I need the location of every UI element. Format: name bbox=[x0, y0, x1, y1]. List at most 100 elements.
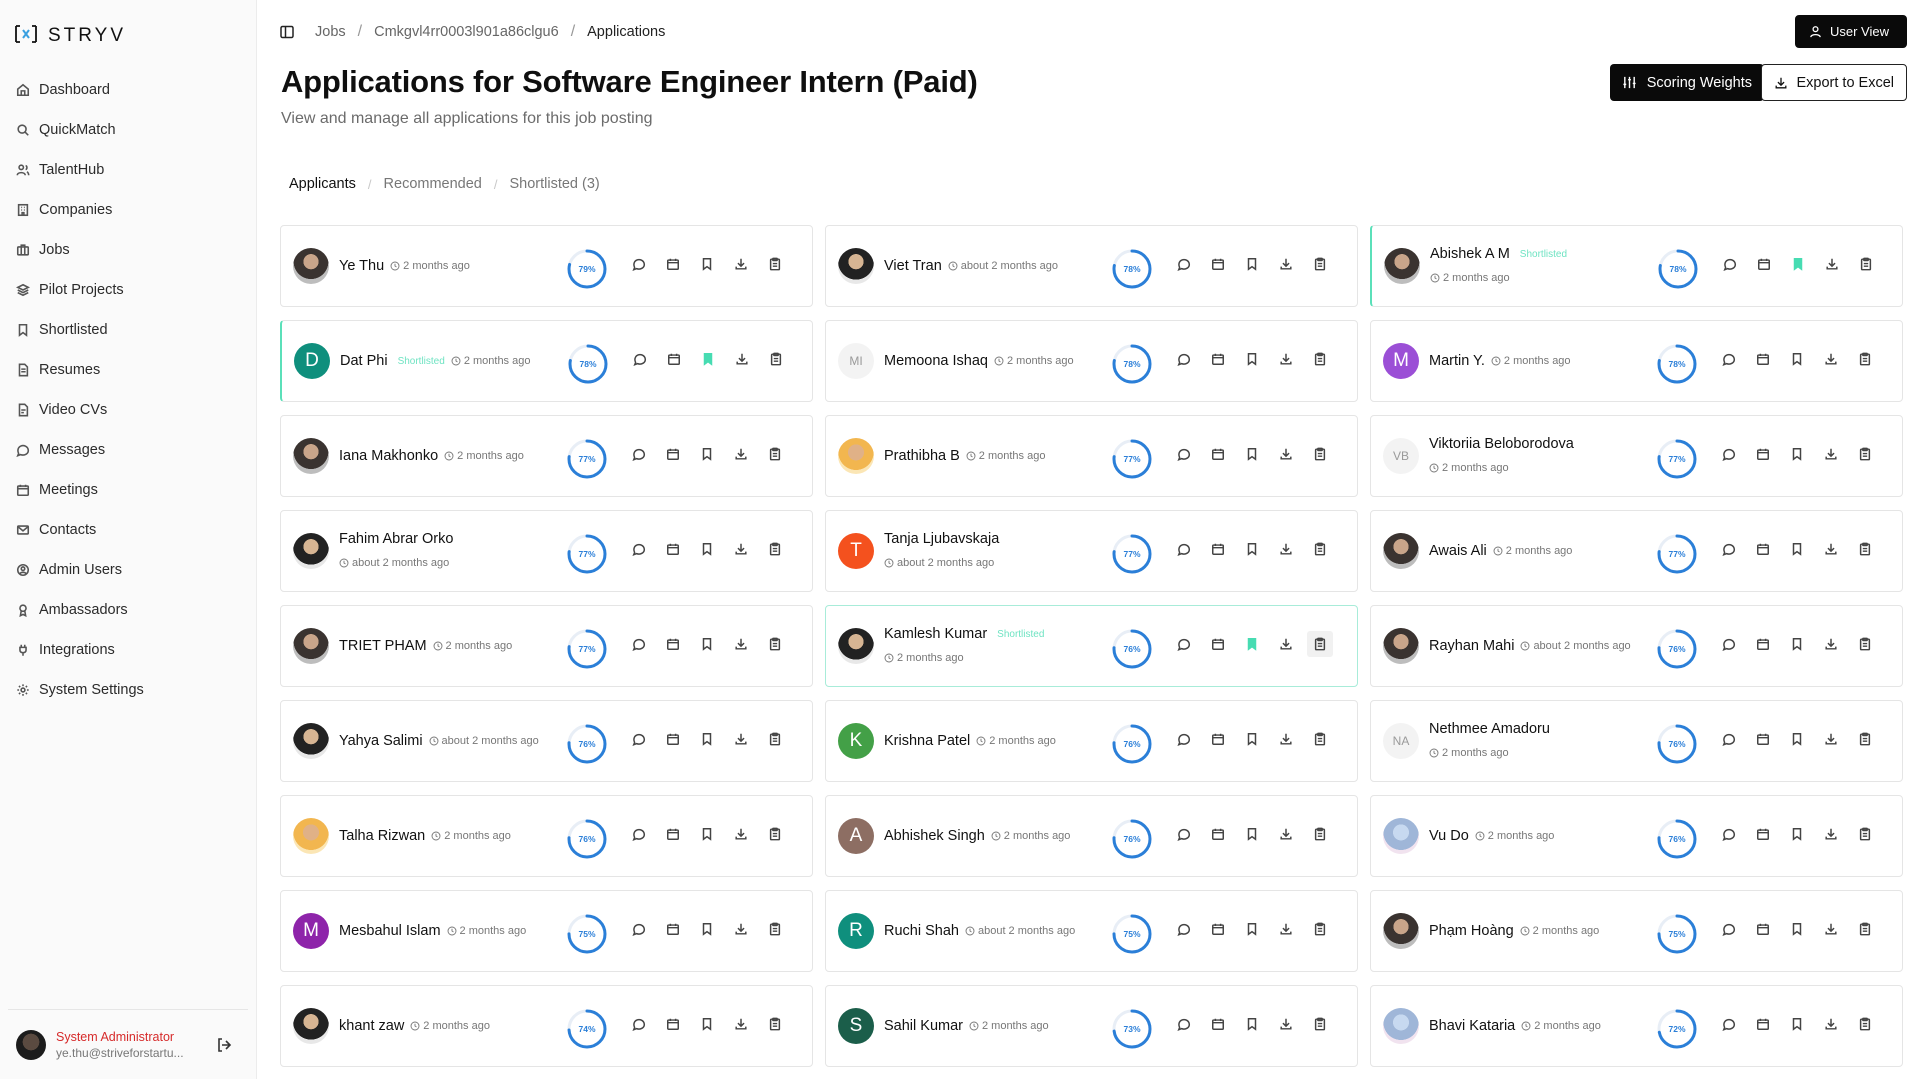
sidebar-item-admin-users[interactable]: Admin Users bbox=[0, 550, 256, 590]
sidebar-item-integrations[interactable]: Integrations bbox=[0, 630, 256, 670]
calendar-icon[interactable] bbox=[1755, 1016, 1771, 1032]
applicant-name[interactable]: Nethmee Amadoru bbox=[1429, 721, 1550, 737]
bookmark-icon[interactable] bbox=[1244, 731, 1260, 747]
message-icon[interactable] bbox=[631, 541, 647, 557]
sidebar-toggle-icon[interactable] bbox=[279, 24, 295, 40]
message-icon[interactable] bbox=[1176, 256, 1192, 272]
download-icon[interactable] bbox=[1823, 826, 1839, 842]
calendar-icon[interactable] bbox=[665, 1016, 681, 1032]
applicant-name[interactable]: Dat Phi bbox=[340, 353, 388, 369]
applicant-card[interactable]: khant zaw 2 months ago 74% bbox=[280, 985, 813, 1067]
message-icon[interactable] bbox=[1721, 541, 1737, 557]
applicant-card[interactable]: Iana Makhonko 2 months ago 77% bbox=[280, 415, 813, 497]
message-icon[interactable] bbox=[1176, 446, 1192, 462]
calendar-icon[interactable] bbox=[1210, 636, 1226, 652]
applicant-name[interactable]: Ye Thu bbox=[339, 258, 384, 274]
clipboard-icon[interactable] bbox=[767, 1016, 783, 1032]
message-icon[interactable] bbox=[1722, 256, 1738, 272]
calendar-icon[interactable] bbox=[1210, 826, 1226, 842]
bookmark-icon[interactable] bbox=[1789, 1016, 1805, 1032]
applicant-card[interactable]: Vu Do 2 months ago 76% bbox=[1370, 795, 1903, 877]
applicant-name[interactable]: Abishek A M bbox=[1430, 246, 1510, 262]
bookmark-icon[interactable] bbox=[1244, 256, 1260, 272]
sidebar-item-shortlisted[interactable]: Shortlisted bbox=[0, 310, 256, 350]
clipboard-icon[interactable] bbox=[1312, 731, 1328, 747]
clipboard-icon[interactable] bbox=[767, 921, 783, 937]
applicant-name[interactable]: Tanja Ljubavskaja bbox=[884, 531, 999, 547]
applicant-name[interactable]: Talha Rizwan bbox=[339, 828, 425, 844]
calendar-icon[interactable] bbox=[666, 351, 682, 367]
download-icon[interactable] bbox=[1823, 351, 1839, 367]
applicant-name[interactable]: Iana Makhonko bbox=[339, 448, 438, 464]
applicant-card[interactable]: A Abhishek Singh 2 months ago 76% bbox=[825, 795, 1358, 877]
sidebar-item-ambassadors[interactable]: Ambassadors bbox=[0, 590, 256, 630]
applicant-name[interactable]: Fahim Abrar Orko bbox=[339, 531, 453, 547]
sidebar-item-pilot-projects[interactable]: Pilot Projects bbox=[0, 270, 256, 310]
download-icon[interactable] bbox=[1823, 731, 1839, 747]
calendar-icon[interactable] bbox=[665, 446, 681, 462]
calendar-icon[interactable] bbox=[1210, 731, 1226, 747]
clipboard-icon[interactable] bbox=[1312, 351, 1328, 367]
message-icon[interactable] bbox=[1721, 921, 1737, 937]
clipboard-icon[interactable] bbox=[1312, 921, 1328, 937]
logout-icon[interactable] bbox=[216, 1037, 232, 1053]
clipboard-icon[interactable] bbox=[1312, 541, 1328, 557]
applicant-card[interactable]: Yahya Salimi about 2 months ago 76% bbox=[280, 700, 813, 782]
applicant-card[interactable]: T Tanja Ljubavskaja about 2 months ago 77% bbox=[825, 510, 1358, 592]
download-icon[interactable] bbox=[733, 541, 749, 557]
sidebar-item-quickmatch[interactable]: QuickMatch bbox=[0, 110, 256, 150]
breadcrumb-jobs[interactable]: Jobs bbox=[315, 24, 346, 40]
applicant-card[interactable]: Fahim Abrar Orko about 2 months ago 77% bbox=[280, 510, 813, 592]
bookmark-icon[interactable] bbox=[1789, 351, 1805, 367]
applicant-card[interactable]: M Martin Y. 2 months ago 78% bbox=[1370, 320, 1903, 402]
download-icon[interactable] bbox=[1823, 921, 1839, 937]
calendar-icon[interactable] bbox=[665, 636, 681, 652]
sidebar-item-contacts[interactable]: Contacts bbox=[0, 510, 256, 550]
bookmark-icon[interactable] bbox=[699, 541, 715, 557]
applicant-name[interactable]: Ruchi Shah bbox=[884, 923, 959, 939]
applicant-name[interactable]: Krishna Patel bbox=[884, 733, 970, 749]
download-icon[interactable] bbox=[733, 731, 749, 747]
clipboard-icon[interactable] bbox=[1857, 541, 1873, 557]
clipboard-icon[interactable] bbox=[1312, 446, 1328, 462]
download-icon[interactable] bbox=[1823, 636, 1839, 652]
applicant-name[interactable]: Viktoriia Beloborodova bbox=[1429, 436, 1574, 452]
clipboard-icon[interactable] bbox=[767, 731, 783, 747]
download-icon[interactable] bbox=[1278, 921, 1294, 937]
message-icon[interactable] bbox=[1176, 541, 1192, 557]
bookmark-icon[interactable] bbox=[1244, 446, 1260, 462]
calendar-icon[interactable] bbox=[1756, 256, 1772, 272]
bookmark-icon[interactable] bbox=[1244, 1016, 1260, 1032]
bookmark-icon[interactable] bbox=[1789, 826, 1805, 842]
sidebar-item-system-settings[interactable]: System Settings bbox=[0, 670, 256, 710]
download-icon[interactable] bbox=[1278, 256, 1294, 272]
clipboard-icon[interactable] bbox=[1857, 351, 1873, 367]
calendar-icon[interactable] bbox=[1210, 921, 1226, 937]
applicant-card[interactable]: Talha Rizwan 2 months ago 76% bbox=[280, 795, 813, 877]
applicant-card[interactable]: K Krishna Patel 2 months ago 76% bbox=[825, 700, 1358, 782]
download-icon[interactable] bbox=[733, 1016, 749, 1032]
download-icon[interactable] bbox=[1278, 1016, 1294, 1032]
download-icon[interactable] bbox=[1823, 1016, 1839, 1032]
applicant-name[interactable]: Mesbahul Islam bbox=[339, 923, 441, 939]
bookmark-icon[interactable] bbox=[699, 636, 715, 652]
calendar-icon[interactable] bbox=[1755, 446, 1771, 462]
clipboard-icon[interactable] bbox=[767, 826, 783, 842]
tab-shortlisted[interactable]: Shortlisted (3) bbox=[509, 176, 599, 192]
bookmark-icon[interactable] bbox=[1789, 636, 1805, 652]
message-icon[interactable] bbox=[1721, 826, 1737, 842]
calendar-icon[interactable] bbox=[665, 921, 681, 937]
bookmark-icon[interactable] bbox=[699, 826, 715, 842]
message-icon[interactable] bbox=[1176, 351, 1192, 367]
calendar-icon[interactable] bbox=[1210, 1016, 1226, 1032]
applicant-name[interactable]: Prathibha B bbox=[884, 448, 960, 464]
brand-logo[interactable]: STRYV bbox=[0, 0, 256, 52]
sidebar-item-talenthub[interactable]: TalentHub bbox=[0, 150, 256, 190]
message-icon[interactable] bbox=[631, 1016, 647, 1032]
clipboard-icon[interactable] bbox=[1307, 631, 1333, 657]
bookmark-icon[interactable] bbox=[699, 256, 715, 272]
calendar-icon[interactable] bbox=[1755, 921, 1771, 937]
tab-recommended[interactable]: Recommended bbox=[384, 176, 482, 192]
bookmark-icon[interactable] bbox=[1244, 826, 1260, 842]
message-icon[interactable] bbox=[1176, 1016, 1192, 1032]
